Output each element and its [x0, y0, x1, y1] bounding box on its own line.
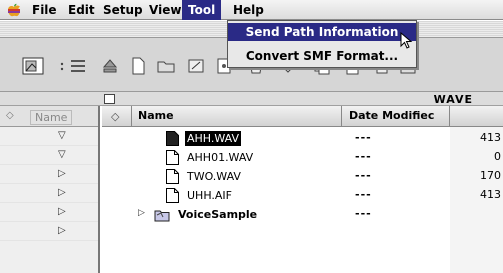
file-size: 413: [480, 188, 501, 201]
project-icon[interactable]: [22, 56, 46, 76]
table-row[interactable]: UHH.AIF --- 413: [102, 186, 503, 205]
folder-title: WAVE: [433, 93, 473, 106]
disclosure-closed-icon[interactable]: ▷: [58, 187, 66, 198]
table-row[interactable]: AHH.WAV --- 413: [102, 129, 503, 148]
file-size: 170: [480, 169, 501, 182]
file-list: ◇ Name Date Modifiec AHH.WAV --- 413 AHH…: [102, 106, 503, 273]
disclosure-closed-icon[interactable]: ▷: [58, 225, 66, 236]
sort-direction-icon: ◇: [111, 110, 120, 123]
menu-setup[interactable]: Setup: [97, 0, 149, 20]
date-column-header[interactable]: Date Modifiec: [342, 106, 450, 127]
list-icon[interactable]: [68, 56, 88, 76]
folder-header: [0, 92, 503, 106]
folder-icon[interactable]: [156, 56, 176, 76]
left-row[interactable]: ▷: [0, 222, 98, 241]
menu-item-convert-smf-format[interactable]: Convert SMF Format...: [228, 47, 416, 65]
apple-icon[interactable]: [6, 3, 22, 18]
file-icon: [166, 188, 179, 203]
file-icon: [166, 131, 179, 146]
left-row[interactable]: ▽: [0, 146, 98, 165]
document-icon[interactable]: [128, 56, 148, 76]
left-panel: ◇ Name ▽ ▽ ▷ ▷ ▷ ▷: [0, 106, 100, 273]
sort-direction-icon[interactable]: ◇: [6, 110, 14, 121]
menu-help[interactable]: Help: [227, 0, 270, 20]
left-row[interactable]: ▽: [0, 127, 98, 146]
file-name[interactable]: TWO.WAV: [185, 169, 243, 184]
file-date: ---: [355, 169, 372, 182]
file-date: ---: [355, 150, 372, 163]
disclosure-open-icon[interactable]: ▽: [58, 149, 66, 160]
file-name[interactable]: AHH.WAV: [185, 131, 241, 146]
file-name[interactable]: UHH.AIF: [185, 188, 234, 203]
file-size: 413: [480, 131, 501, 144]
folder-date: ---: [355, 207, 372, 220]
tool-menu-dropdown: Send Path Information Convert SMF Format…: [227, 20, 417, 68]
menu-view[interactable]: View: [143, 0, 187, 20]
file-date: ---: [355, 188, 372, 201]
disclosure-closed-icon[interactable]: ▷: [58, 206, 66, 217]
menu-bar: File Edit Setup View Tool Help: [0, 0, 503, 20]
folder-name[interactable]: VoiceSample: [176, 207, 259, 222]
disclosure-closed-icon[interactable]: ▷: [138, 208, 145, 218]
disclosure-open-icon[interactable]: ▽: [58, 130, 66, 141]
eject-icon[interactable]: [100, 56, 120, 76]
file-name[interactable]: AHH01.WAV: [185, 150, 255, 165]
file-size: 0: [494, 150, 501, 163]
size-column-header[interactable]: [450, 106, 503, 127]
menu-item-send-path-information[interactable]: Send Path Information: [228, 23, 416, 41]
table-row[interactable]: AHH01.WAV --- 0: [102, 148, 503, 167]
mouse-pointer-icon: [400, 32, 413, 49]
file-icon: [166, 150, 179, 165]
menu-tool[interactable]: Tool: [182, 0, 222, 20]
left-row[interactable]: ▷: [0, 203, 98, 222]
left-row[interactable]: ▷: [0, 184, 98, 203]
file-date: ---: [355, 131, 372, 144]
name-column-header[interactable]: Name: [132, 106, 342, 127]
menu-edit[interactable]: Edit: [62, 0, 101, 20]
table-row[interactable]: TWO.WAV --- 170: [102, 167, 503, 186]
close-box[interactable]: [104, 94, 115, 104]
file-icon: [166, 169, 179, 184]
sort-order-button[interactable]: ◇: [102, 106, 132, 127]
edit-icon[interactable]: [186, 56, 206, 76]
left-panel-header: ◇ Name: [0, 106, 98, 127]
menu-file[interactable]: File: [26, 0, 63, 20]
left-row[interactable]: ▷: [0, 165, 98, 184]
folder-icon: [154, 210, 170, 222]
table-row[interactable]: ▷ VoiceSample ---: [102, 205, 503, 224]
dots-icon[interactable]: [56, 56, 68, 76]
list-header: ◇ Name Date Modifiec: [102, 106, 503, 127]
left-name-column[interactable]: Name: [30, 110, 73, 125]
disclosure-closed-icon[interactable]: ▷: [58, 168, 66, 179]
